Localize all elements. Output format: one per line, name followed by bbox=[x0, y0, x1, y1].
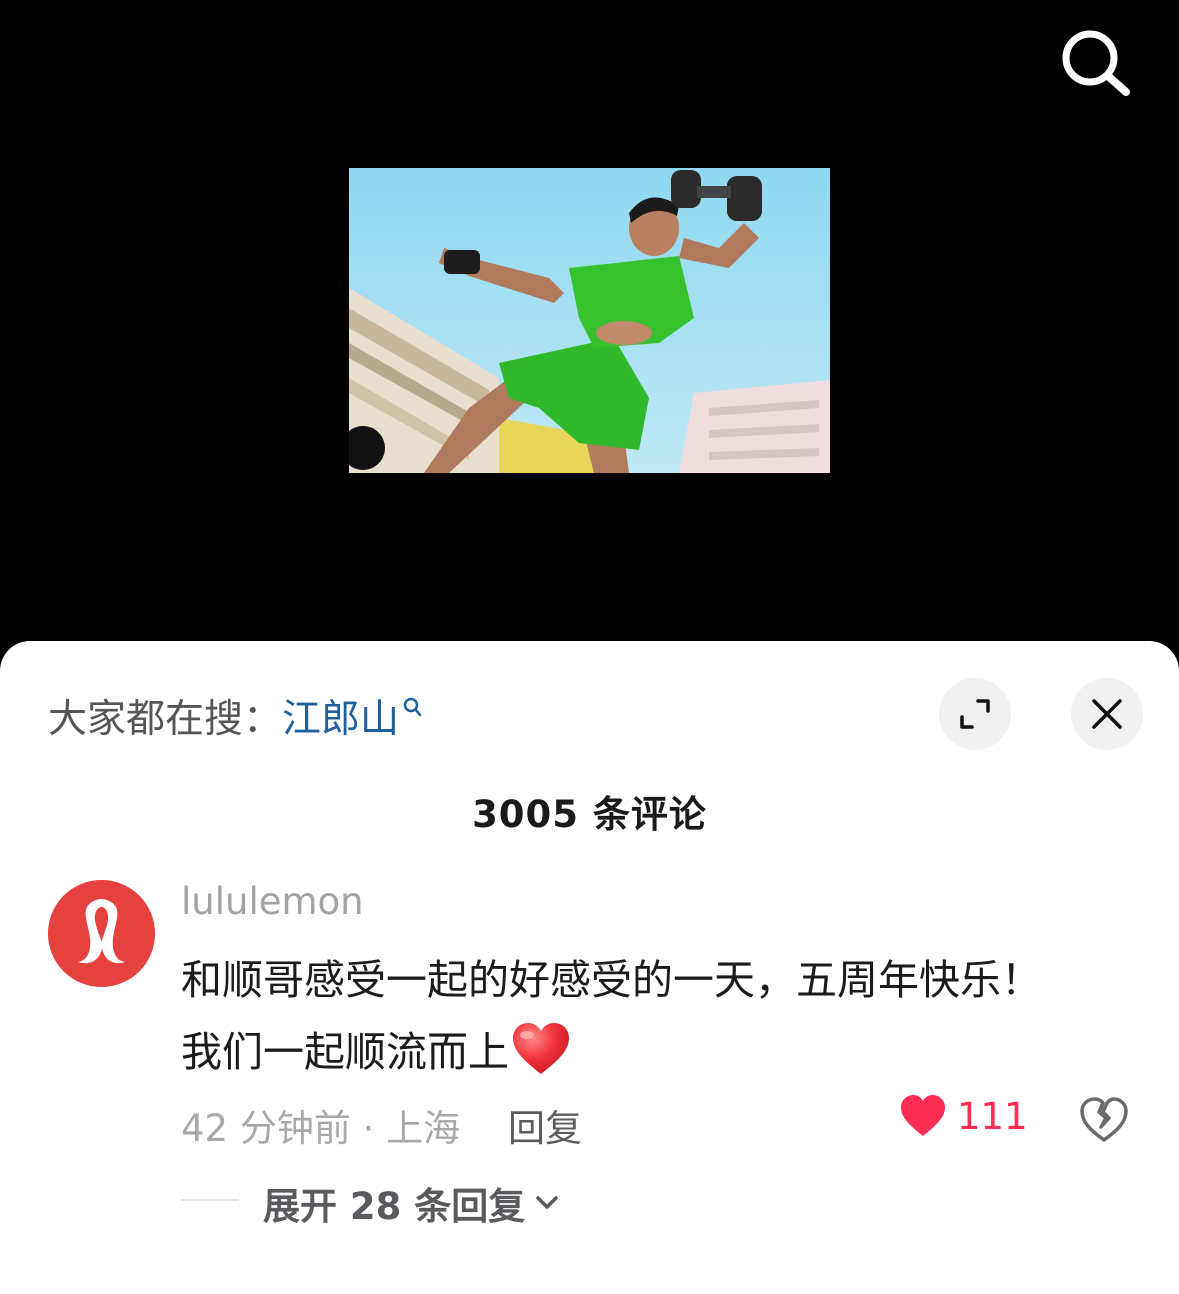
lululemon-logo-icon bbox=[48, 880, 155, 987]
avatar[interactable] bbox=[48, 880, 155, 987]
expand-icon bbox=[960, 699, 990, 729]
hot-search-prefix: 大家都在搜： bbox=[48, 697, 283, 742]
chevron-down-icon bbox=[536, 1196, 559, 1209]
small-search-icon bbox=[403, 697, 422, 717]
reply-button[interactable]: 回复 bbox=[508, 1098, 582, 1152]
hot-search-keyword[interactable]: 江郎山 bbox=[282, 688, 423, 744]
broken-heart-icon bbox=[1080, 1097, 1128, 1142]
expand-replies-button[interactable]: 展开 28 条回复 bbox=[263, 1176, 559, 1230]
hot-search-keyword-text: 江郎山 bbox=[282, 697, 400, 742]
comment-text-line1: 和顺哥感受一起的好感受的一天，五周年快乐！ bbox=[181, 956, 1042, 1004]
replies-divider bbox=[181, 1199, 239, 1201]
like-button[interactable]: 111 bbox=[899, 1094, 1028, 1138]
heart-icon bbox=[901, 1095, 945, 1136]
comment-body: 和顺哥感受一起的好感受的一天，五周年快乐！ 我们一起顺流而上 bbox=[181, 944, 1121, 1088]
comment-text-line2-row: 我们一起顺流而上 bbox=[181, 1016, 1121, 1088]
video-image bbox=[349, 168, 830, 473]
like-count: 111 bbox=[957, 1094, 1028, 1138]
search-button[interactable] bbox=[1058, 26, 1134, 102]
dislike-button[interactable] bbox=[1078, 1094, 1130, 1146]
comment-count: 3005 条评论 bbox=[472, 793, 707, 836]
close-button[interactable] bbox=[1071, 678, 1143, 750]
expand-replies-label: 展开 28 条回复 bbox=[263, 1185, 526, 1228]
comment-meta: 42 分钟前 · 上海 bbox=[181, 1107, 461, 1150]
comment-username[interactable]: lululemon bbox=[181, 880, 364, 923]
close-icon bbox=[1092, 699, 1122, 729]
red-heart-emoji-icon bbox=[513, 1023, 569, 1074]
search-icon bbox=[1062, 30, 1130, 96]
hot-search-bar: 大家都在搜： 江郎山 bbox=[48, 686, 423, 746]
expand-button[interactable] bbox=[939, 678, 1011, 750]
comment-text-line2: 我们一起顺流而上 bbox=[181, 1028, 509, 1076]
screen: 大家都在搜： 江郎山 3005 条评论 lululemon 和顺哥感受一起的好感… bbox=[0, 0, 1179, 1294]
video-thumbnail[interactable] bbox=[349, 168, 830, 473]
